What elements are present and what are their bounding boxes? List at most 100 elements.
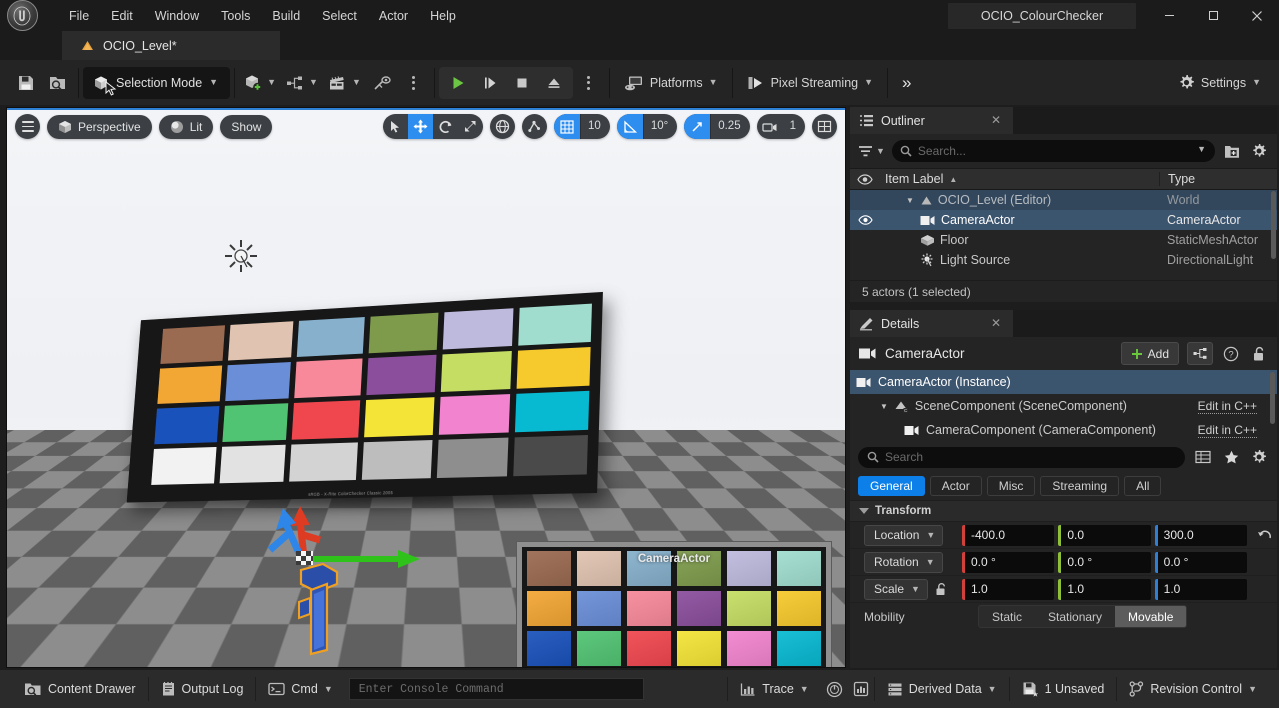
component-row[interactable]: CameraComponent (CameraComponent)Edit in…	[850, 418, 1277, 442]
rotation-dropdown[interactable]: Rotation▼	[864, 552, 943, 573]
expander-icon[interactable]: ▼	[880, 402, 888, 411]
translate-tool-button[interactable]	[408, 114, 433, 139]
output-log-button[interactable]: Output Log	[149, 670, 256, 708]
location-z-input[interactable]: 300.0	[1155, 525, 1247, 546]
level-tab[interactable]: OCIO_Level*	[62, 31, 280, 60]
outliner-add-folder-button[interactable]	[1222, 141, 1242, 161]
unreal-logo[interactable]	[0, 0, 44, 31]
component-row[interactable]: CameraActor (Instance)	[850, 370, 1277, 394]
location-x-input[interactable]: -400.0	[962, 525, 1054, 546]
rotation-x-input[interactable]: 0.0 °	[962, 552, 1054, 573]
scale-snap-control[interactable]: 0.25	[684, 114, 749, 139]
scale-y-input[interactable]: 1.0	[1058, 579, 1150, 600]
mobility-option-movable[interactable]: Movable	[1115, 606, 1186, 627]
transform-gizmo[interactable]	[262, 506, 432, 626]
platforms-dropdown[interactable]: Platforms ▼	[614, 67, 728, 99]
menu-edit[interactable]: Edit	[100, 5, 144, 27]
viewport-menu-button[interactable]	[15, 114, 40, 139]
details-filter-tab-streaming[interactable]: Streaming	[1040, 476, 1119, 496]
type-column-header[interactable]: Type	[1159, 172, 1277, 186]
settings-dropdown[interactable]: Settings ▼	[1168, 67, 1271, 99]
close-icon[interactable]: ✕	[991, 113, 1001, 127]
stats-button[interactable]	[848, 670, 874, 708]
outliner-filter-button[interactable]: ▼	[858, 145, 885, 158]
angle-snap-control[interactable]: 10°	[617, 114, 677, 139]
row-visibility-toggle[interactable]	[850, 215, 880, 225]
mobility-option-static[interactable]: Static	[979, 606, 1035, 627]
grid-snap-control[interactable]: 10	[554, 114, 610, 139]
details-lock-button[interactable]	[1249, 344, 1269, 364]
expander-icon[interactable]: ▼	[906, 196, 914, 205]
details-favorites-button[interactable]	[1221, 447, 1241, 467]
menu-actor[interactable]: Actor	[368, 5, 419, 27]
details-settings-button[interactable]	[1249, 447, 1269, 467]
menu-select[interactable]: Select	[311, 5, 368, 27]
details-filter-tab-general[interactable]: General	[858, 476, 925, 496]
skip-frame-button[interactable]	[475, 69, 505, 97]
viewport-viewmode-dropdown[interactable]: Lit	[159, 115, 214, 139]
toolbar-more-options[interactable]	[398, 67, 430, 99]
outliner-settings-button[interactable]	[1249, 141, 1269, 161]
cinematics-dropdown[interactable]: ▼	[323, 67, 366, 99]
location-y-input[interactable]: 0.0	[1058, 525, 1150, 546]
revision-control-dropdown[interactable]: Revision Control ▼	[1117, 670, 1269, 708]
scale-z-input[interactable]: 1.0	[1155, 579, 1247, 600]
reset-to-default-button[interactable]	[1251, 529, 1277, 542]
stop-button[interactable]	[507, 69, 537, 97]
chevron-down-icon[interactable]: ▼	[1197, 144, 1206, 154]
outliner-search-input[interactable]: Search... ▼	[892, 140, 1215, 162]
blueprints-dropdown[interactable]: ▼	[281, 67, 323, 99]
performance-button[interactable]	[821, 670, 848, 708]
rotate-tool-button[interactable]	[433, 114, 458, 139]
surface-snap-button[interactable]	[522, 114, 547, 139]
content-drawer-button[interactable]: Content Drawer	[12, 670, 148, 708]
details-search-input[interactable]: Search	[858, 447, 1185, 468]
ratio-lock-icon[interactable]	[935, 582, 948, 596]
viewport-layout-button[interactable]	[812, 114, 837, 139]
visibility-column-header[interactable]	[850, 174, 880, 185]
details-filter-tab-actor[interactable]: Actor	[930, 476, 982, 496]
selection-mode-dropdown[interactable]: Selection Mode ▼	[83, 67, 230, 99]
select-tool-button[interactable]	[383, 114, 408, 139]
create-actor-dropdown[interactable]: ▼	[239, 67, 281, 99]
browse-content-button[interactable]	[42, 67, 74, 99]
add-component-button[interactable]: Add	[1121, 342, 1179, 365]
location-dropdown[interactable]: Location▼	[864, 525, 943, 546]
menu-tools[interactable]: Tools	[210, 5, 261, 27]
menu-help[interactable]: Help	[419, 5, 467, 27]
play-more-options[interactable]	[573, 67, 605, 99]
minimize-button[interactable]	[1147, 0, 1191, 31]
outliner-row[interactable]: ▼OCIO_Level (Editor)World	[850, 190, 1277, 210]
tab-outliner[interactable]: Outliner ✕	[850, 107, 1013, 134]
details-column-layout-button[interactable]	[1193, 447, 1213, 467]
menu-file[interactable]: File	[58, 5, 100, 27]
open-blueprint-button[interactable]	[1187, 342, 1213, 365]
menu-build[interactable]: Build	[261, 5, 311, 27]
pixel-streaming-dropdown[interactable]: Pixel Streaming ▼	[737, 67, 883, 99]
save-button[interactable]	[10, 67, 42, 99]
item-label-column-header[interactable]: Item Label ▲	[880, 172, 1159, 186]
world-coordinate-button[interactable]	[490, 114, 515, 139]
details-help-button[interactable]: ?	[1221, 344, 1241, 364]
virtual-production-button[interactable]	[366, 67, 398, 99]
viewport-show-dropdown[interactable]: Show	[220, 115, 272, 139]
play-button[interactable]	[443, 69, 473, 97]
outliner-row[interactable]: Light SourceDirectionalLight	[850, 250, 1277, 270]
close-button[interactable]	[1235, 0, 1279, 31]
rotation-z-input[interactable]: 0.0 °	[1155, 552, 1247, 573]
details-filter-tab-all[interactable]: All	[1124, 476, 1161, 496]
cmd-dropdown[interactable]: Cmd ▼	[256, 670, 344, 708]
close-icon[interactable]: ✕	[991, 316, 1001, 330]
maximize-button[interactable]	[1191, 0, 1235, 31]
console-command-input[interactable]: Enter Console Command	[349, 678, 644, 700]
outliner-row[interactable]: CameraActorCameraActor	[850, 210, 1277, 230]
camera-speed-control[interactable]: 1	[757, 114, 805, 139]
level-viewport[interactable]: sRGB - X-Rite ColorChecker Classic 2005	[6, 107, 846, 668]
unsaved-changes-button[interactable]: 1 Unsaved	[1010, 670, 1117, 708]
viewport-perspective-dropdown[interactable]: Perspective	[47, 115, 152, 139]
scale-tool-button[interactable]	[458, 114, 483, 139]
outliner-scrollbar[interactable]	[1271, 191, 1276, 259]
eject-button[interactable]	[539, 69, 569, 97]
edit-in-cpp-link[interactable]: Edit in C++	[1198, 423, 1257, 438]
mobility-option-stationary[interactable]: Stationary	[1035, 606, 1115, 627]
